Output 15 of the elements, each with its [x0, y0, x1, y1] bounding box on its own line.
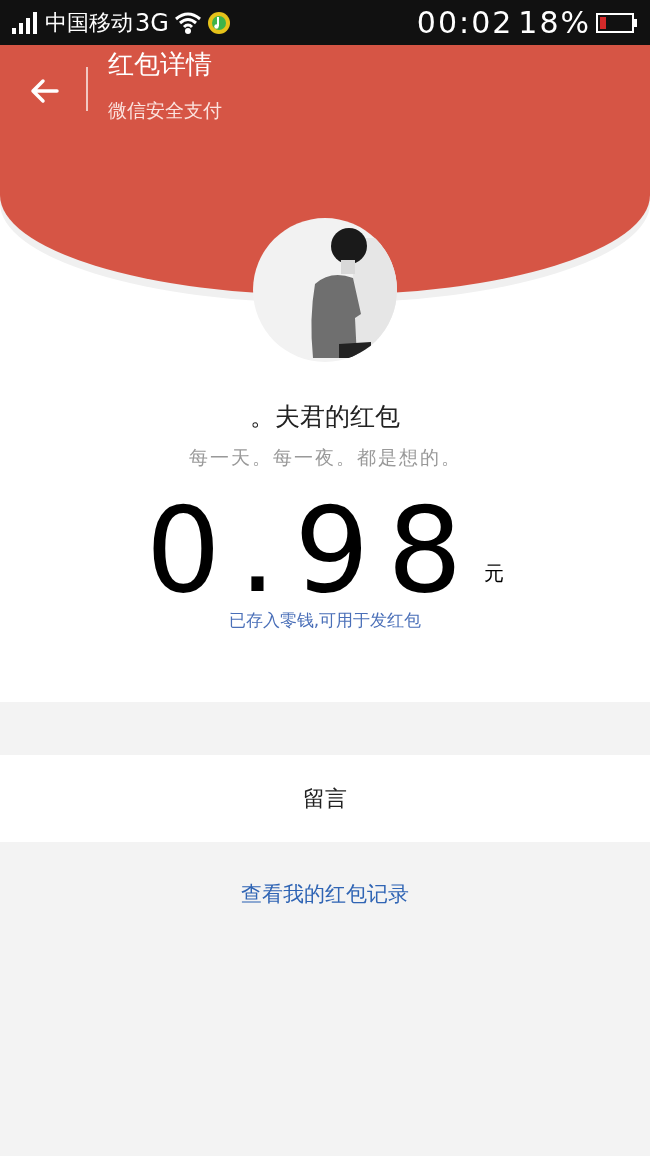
back-arrow-icon	[29, 78, 59, 104]
currency-unit: 元	[484, 560, 505, 587]
music-app-icon	[206, 10, 231, 35]
sender-name: 。夫君的红包	[249, 401, 401, 433]
blessing-message: 每一天。每一夜。都是想的。	[187, 445, 463, 470]
clock-time: 00:02	[416, 5, 514, 40]
battery-icon	[596, 11, 638, 34]
wifi-icon	[173, 10, 202, 35]
signal-icon	[12, 11, 40, 34]
network-type: 3G	[135, 8, 169, 37]
carrier-name: 中国移动	[45, 8, 133, 37]
history-link[interactable]: 查看我的红包记录	[241, 880, 409, 908]
battery-percent: 18%	[518, 5, 591, 40]
page-title: 红包详情	[108, 48, 213, 81]
page-subtitle: 微信安全支付	[108, 98, 222, 123]
